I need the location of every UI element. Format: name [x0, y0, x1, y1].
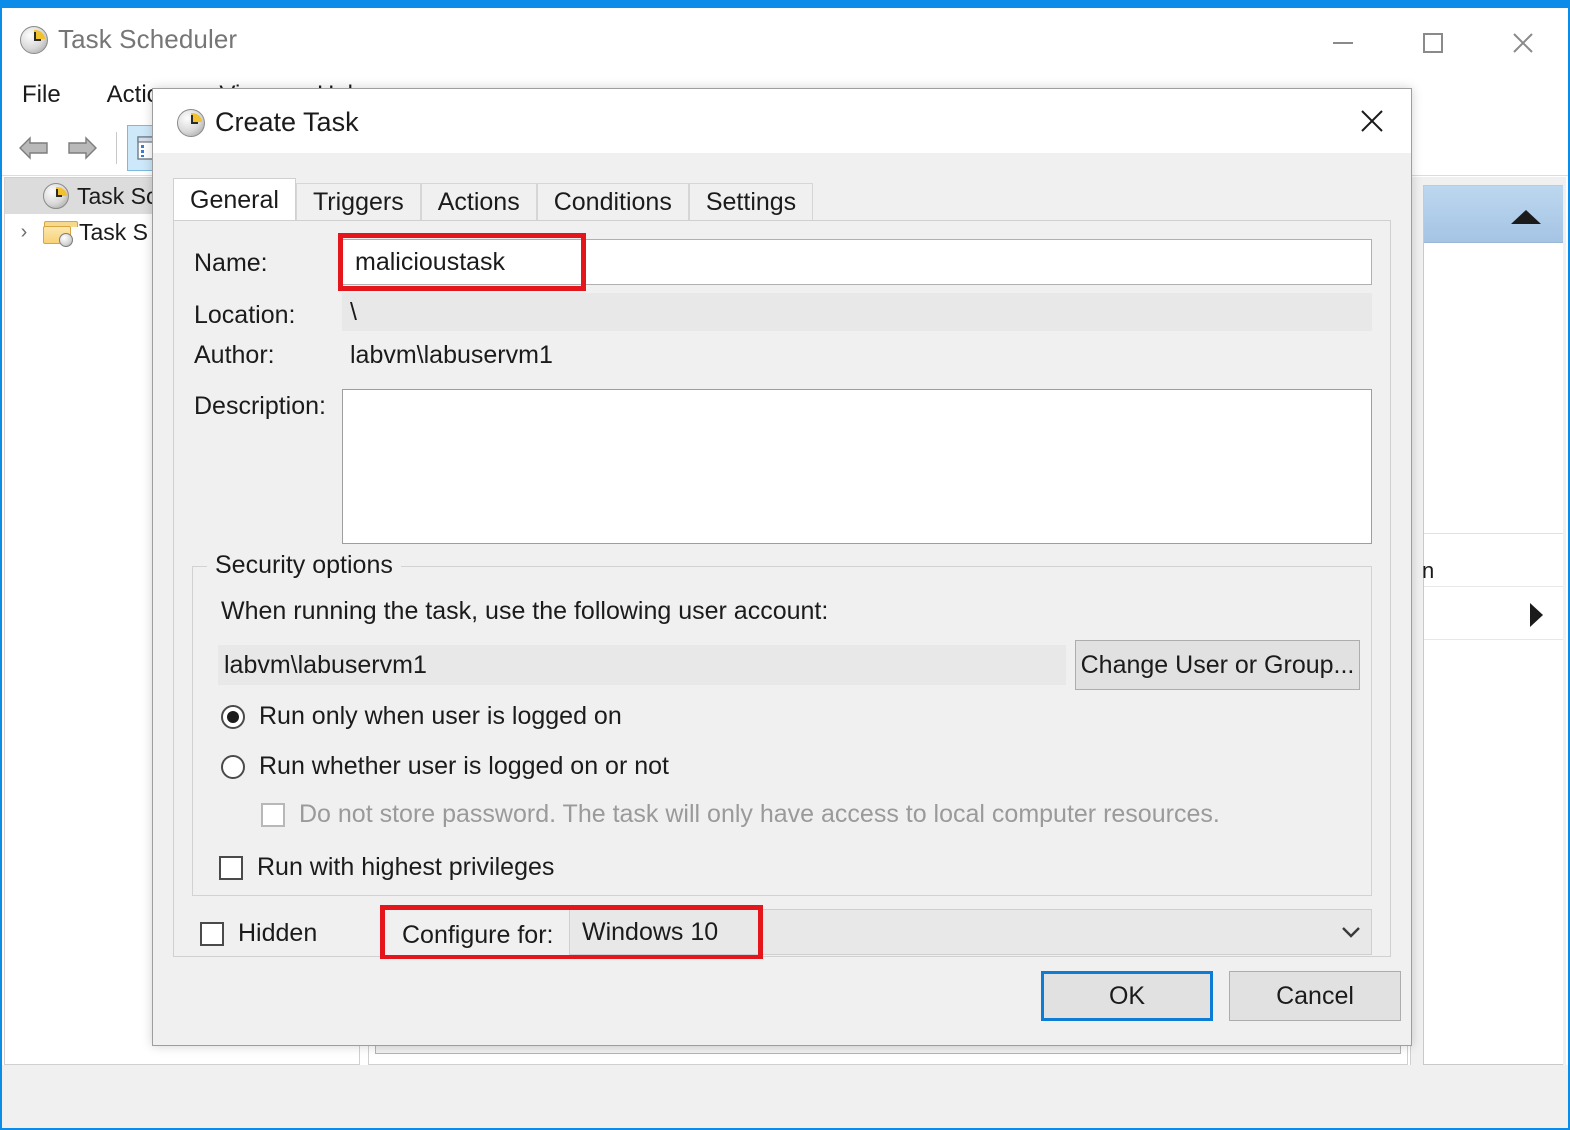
checkbox-run-highest-privileges[interactable]: Run with highest privileges: [219, 853, 554, 882]
author-field-row: Author: labvm\labuservm1: [194, 341, 1372, 370]
description-textarea[interactable]: [342, 389, 1372, 544]
clock-icon: [177, 108, 205, 137]
folder-clock-icon: [43, 220, 78, 247]
actions-pane: n: [1410, 177, 1566, 1065]
description-field-row: Description:: [194, 389, 1372, 544]
configure-for-value: Windows 10: [582, 917, 719, 946]
dialog-titlebar: Create Task: [153, 89, 1411, 153]
radio-label: Run only when user is logged on: [259, 702, 622, 730]
close-button[interactable]: [1478, 16, 1568, 70]
tree-chevron-icon[interactable]: ›: [13, 221, 35, 244]
description-label: Description:: [194, 392, 326, 420]
security-prompt: When running the task, use the following…: [221, 597, 829, 625]
collapse-up-arrow-icon[interactable]: [1509, 208, 1543, 231]
expand-right-arrow-icon[interactable]: [1527, 601, 1545, 634]
hidden-label: Hidden: [238, 919, 318, 947]
checkbox-hidden[interactable]: Hidden: [200, 919, 317, 948]
app-title: Task Scheduler: [58, 24, 238, 54]
status-bar: [2, 1065, 1568, 1128]
forward-arrow-icon[interactable]: [58, 125, 106, 171]
window-controls: [1298, 16, 1568, 70]
radio-indicator[interactable]: [221, 754, 245, 779]
actions-pane-row[interactable]: n: [1422, 534, 1563, 587]
chevron-down-icon[interactable]: [1331, 925, 1371, 939]
configure-for-combobox[interactable]: Windows 10: [569, 909, 1372, 955]
security-options-group: Security options When running the task, …: [192, 551, 1372, 896]
radio-indicator[interactable]: [221, 704, 245, 729]
location-field-row: Location: \: [194, 293, 1372, 331]
tab-general[interactable]: General: [173, 178, 296, 222]
maximize-button[interactable]: [1388, 16, 1478, 70]
back-arrow-icon[interactable]: [10, 125, 58, 171]
user-account-field: labvm\labuservm1: [218, 645, 1066, 685]
accent-top-strip: [0, 0, 1570, 8]
location-label: Location:: [194, 301, 296, 329]
dialog-footer: OK Cancel: [153, 959, 1411, 1045]
tab-settings[interactable]: Settings: [688, 183, 814, 221]
location-value: \: [342, 293, 1372, 331]
change-user-or-group-button[interactable]: Change User or Group...: [1075, 640, 1360, 690]
radio-label: Run whether user is logged on or not: [259, 752, 669, 780]
dialog-title: Create Task: [215, 107, 359, 137]
create-task-dialog: Create Task General Triggers Actions Con…: [152, 88, 1412, 1046]
checkbox-indicator[interactable]: [261, 802, 285, 827]
actions-pane-header[interactable]: [1424, 186, 1563, 243]
actions-pane-row-expandable[interactable]: [1424, 587, 1563, 640]
clock-icon: [43, 183, 69, 209]
tree-item-label: Task S: [79, 218, 149, 245]
radio-run-only-logged-on[interactable]: Run only when user is logged on: [221, 702, 622, 731]
menu-item-file[interactable]: File: [22, 81, 61, 109]
name-input[interactable]: [342, 239, 1372, 285]
app-title-group: Task Scheduler: [20, 24, 237, 55]
checkbox-indicator[interactable]: [219, 855, 243, 880]
name-label: Name:: [194, 249, 268, 277]
actions-partial-label: n: [1422, 558, 1435, 583]
tab-triggers[interactable]: Triggers: [295, 183, 421, 221]
clock-icon: [20, 25, 48, 54]
name-field-row: Name:: [194, 233, 1372, 291]
dialog-close-icon[interactable]: [1341, 93, 1403, 149]
tab-conditions[interactable]: Conditions: [536, 183, 689, 221]
toolbar-separator: [116, 131, 117, 164]
app-titlebar: Task Scheduler: [2, 8, 1568, 70]
dialog-title-group: Create Task: [177, 107, 359, 138]
security-options-legend: Security options: [207, 551, 401, 580]
radio-run-whether-logged-on-or-not[interactable]: Run whether user is logged on or not: [221, 752, 669, 781]
checkbox-label: Do not store password. The task will onl…: [299, 800, 1220, 828]
dialog-tabstrip: General Triggers Actions Conditions Sett…: [173, 177, 1391, 222]
ok-button[interactable]: OK: [1041, 971, 1213, 1021]
minimize-button[interactable]: [1298, 16, 1388, 70]
tab-actions[interactable]: Actions: [420, 183, 537, 221]
checkbox-indicator[interactable]: [200, 921, 224, 946]
checkbox-do-not-store-password[interactable]: Do not store password. The task will onl…: [261, 800, 1220, 829]
general-tab-panel: Name: Location: \ Author: labvm\labuserv…: [173, 220, 1391, 960]
actions-pane-inner: n: [1422, 185, 1563, 1065]
checkbox-label: Run with highest privileges: [257, 853, 555, 881]
author-value: labvm\labuservm1: [350, 341, 553, 369]
configure-for-label: Configure for:: [402, 921, 554, 949]
name-input-wrap: [338, 233, 1372, 291]
cancel-button[interactable]: Cancel: [1229, 971, 1401, 1021]
author-label: Author:: [194, 341, 275, 369]
dialog-content: General Triggers Actions Conditions Sett…: [153, 153, 1411, 1045]
